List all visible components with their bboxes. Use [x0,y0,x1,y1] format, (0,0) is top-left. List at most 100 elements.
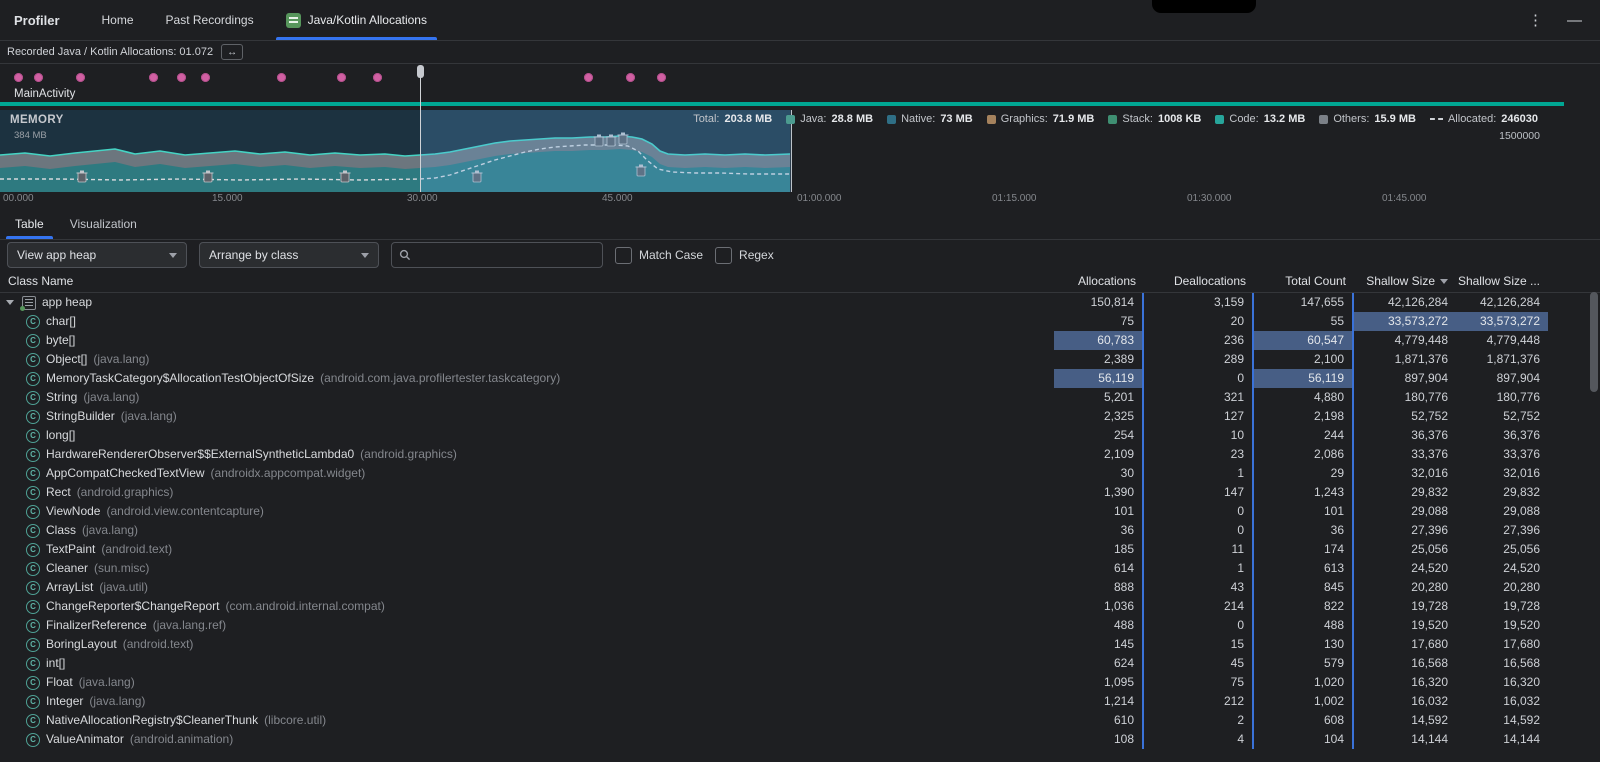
table-scrollbar[interactable] [1590,292,1598,758]
tab-visualization[interactable]: Visualization [57,209,150,239]
cell-class-name: CTextPaint(android.text) [0,540,1054,559]
scrollbar-thumb[interactable] [1590,292,1598,392]
class-icon: C [26,353,40,367]
cell-class-name: CRect(android.graphics) [0,483,1054,502]
dashed-line-swatch [1430,118,1443,120]
cell-deallocations: 15 [1144,635,1254,654]
table-row[interactable]: CInteger(java.lang)1,2142121,00216,03216… [0,692,1600,711]
table-row[interactable]: Cchar[]75205533,573,27233,573,272 [0,312,1600,331]
table-row[interactable]: CTextPaint(android.text)1851117425,05625… [0,540,1600,559]
cell-shallow-size: 29,088 [1354,502,1456,521]
activity-lifecycle-bar [0,102,1564,106]
column-header-shallow-size[interactable]: Shallow Size [1354,274,1456,288]
table-row[interactable]: CArrayList(java.util)8884384520,28020,28… [0,578,1600,597]
activity-event-dot[interactable] [373,73,382,82]
activity-event-dot[interactable] [14,73,23,82]
recording-bar: Recorded Java / Kotlin Allocations: 01.0… [0,41,1600,64]
cell-class-name: CFinalizerReference(java.lang.ref) [0,616,1054,635]
table-row[interactable]: app heap150,8143,159147,65542,126,28442,… [0,293,1600,312]
activity-event-dot[interactable] [149,73,158,82]
activity-event-dot[interactable] [277,73,286,82]
activity-event-dot[interactable] [34,73,43,82]
activity-event-dot[interactable] [584,73,593,82]
class-icon: C [26,486,40,500]
cell-shallow-size-2: 29,832 [1456,483,1548,502]
minimize-icon[interactable]: — [1567,12,1582,29]
timeline-panel: MainActivity MEMORY 384 MB Total:203.8 M… [0,64,1600,207]
search-field[interactable] [391,242,603,268]
table-row[interactable]: CFloat(java.lang)1,095751,02016,32016,32… [0,673,1600,692]
class-icon: C [26,391,40,405]
cell-shallow-size: 52,752 [1354,407,1456,426]
table-row[interactable]: Clong[]2541024436,37636,376 [0,426,1600,445]
heap-dropdown[interactable]: View app heap [7,242,187,268]
table-row[interactable]: CChangeReporter$ChangeReport(com.android… [0,597,1600,616]
search-icon [399,249,411,261]
match-case-checkbox[interactable]: Match Case [615,247,703,264]
table-row[interactable]: CViewNode(android.view.contentcapture)10… [0,502,1600,521]
cell-total-count: 4,880 [1254,388,1354,407]
class-name: Cleaner [46,559,88,578]
table-row[interactable]: CClass(java.lang)3603627,39627,396 [0,521,1600,540]
activity-event-dot[interactable] [76,73,85,82]
cell-deallocations: 0 [1144,369,1254,388]
tab-home[interactable]: Home [86,0,150,40]
table-row[interactable]: CRect(android.graphics)1,3901471,24329,8… [0,483,1600,502]
column-header-deallocations[interactable]: Deallocations [1144,274,1254,288]
more-options-icon[interactable]: ⋮ [1528,11,1543,29]
playhead[interactable] [420,66,421,192]
table-row[interactable]: CHardwareRendererObserver$$ExternalSynth… [0,445,1600,464]
class-icon: C [26,315,40,329]
camera-notch [1152,0,1256,13]
cell-total-count: 2,198 [1254,407,1354,426]
table-row[interactable]: CBoringLayout(android.text)1451513017,68… [0,635,1600,654]
sort-desc-icon [1440,279,1448,284]
table-row[interactable]: Cbyte[]60,78323660,5474,779,4484,779,448 [0,331,1600,350]
column-header-shallow-size-2[interactable]: Shallow Size ... [1456,274,1548,288]
heap-dropdown-value: View app heap [17,248,96,262]
chevron-down-icon [361,253,369,258]
zoom-to-selection-button[interactable]: ↔ [221,44,243,60]
expander-icon[interactable] [6,300,14,305]
table-row[interactable]: CNativeAllocationRegistry$CleanerThunk(l… [0,711,1600,730]
memory-axis-max: 384 MB [14,130,47,141]
table-row[interactable]: CAppCompatCheckedTextView(androidx.appco… [0,464,1600,483]
checkbox-box [615,247,632,264]
activity-event-dot[interactable] [201,73,210,82]
table-row[interactable]: CValueAnimator(android.animation)1084104… [0,730,1600,749]
regex-checkbox[interactable]: Regex [715,247,774,264]
legend-swatch [1108,115,1117,124]
cell-total-count: 608 [1254,711,1354,730]
column-header-total-count[interactable]: Total Count [1254,274,1354,288]
cell-total-count: 822 [1254,597,1354,616]
cell-deallocations: 4 [1144,730,1254,749]
package-name: (android.text) [123,635,194,654]
cell-allocations: 108 [1054,730,1144,749]
cell-allocations: 1,390 [1054,483,1144,502]
playhead-handle[interactable] [417,65,424,78]
search-input[interactable] [417,247,595,263]
table-row[interactable]: CCleaner(sun.misc)614161324,52024,520 [0,559,1600,578]
activity-event-dot[interactable] [337,73,346,82]
table-row[interactable]: CMemoryTaskCategory$AllocationTestObject… [0,369,1600,388]
column-header-allocations[interactable]: Allocations [1054,274,1144,288]
table-row[interactable]: CString(java.lang)5,2013214,880180,77618… [0,388,1600,407]
table-row[interactable]: Cint[]6244557916,56816,568 [0,654,1600,673]
cell-shallow-size: 897,904 [1354,369,1456,388]
tab-past-recordings[interactable]: Past Recordings [150,0,270,40]
activity-event-dot[interactable] [177,73,186,82]
package-name: (java.lang) [89,692,145,711]
column-header-class-name[interactable]: Class Name [0,274,1054,288]
arrange-dropdown[interactable]: Arrange by class [199,242,379,268]
cell-shallow-size-2: 1,871,376 [1456,350,1548,369]
activity-event-dot[interactable] [657,73,666,82]
table-row[interactable]: CStringBuilder(java.lang)2,3251272,19852… [0,407,1600,426]
cell-class-name: CNativeAllocationRegistry$CleanerThunk(l… [0,711,1054,730]
cell-shallow-size-2: 180,776 [1456,388,1548,407]
table-row[interactable]: CFinalizerReference(java.lang.ref)488048… [0,616,1600,635]
class-icon: C [26,505,40,519]
activity-event-dot[interactable] [626,73,635,82]
tab-java-kotlin-allocations[interactable]: Java/Kotlin Allocations [270,0,443,40]
table-row[interactable]: CObject[](java.lang)2,3892892,1001,871,3… [0,350,1600,369]
tab-table[interactable]: Table [2,209,57,239]
